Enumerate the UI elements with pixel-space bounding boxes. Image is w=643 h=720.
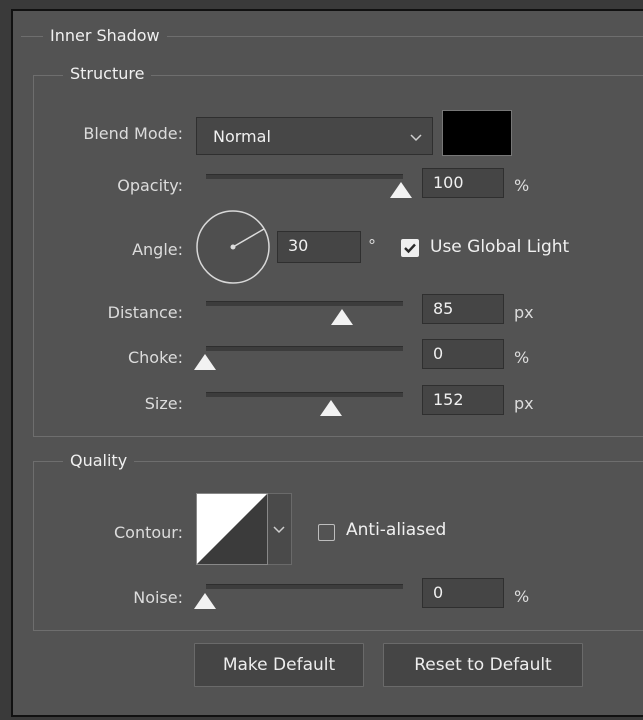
blend-mode-value: Normal bbox=[213, 127, 271, 146]
choke-input[interactable]: 0 bbox=[422, 339, 504, 369]
blend-mode-label: Blend Mode: bbox=[83, 124, 183, 143]
blend-mode-select[interactable]: Normal bbox=[196, 117, 433, 155]
chevron-down-icon bbox=[410, 127, 422, 152]
size-input[interactable]: 152 bbox=[422, 385, 504, 415]
angle-dial[interactable] bbox=[195, 209, 271, 289]
make-default-button[interactable]: Make Default bbox=[194, 643, 364, 687]
distance-unit: px bbox=[514, 303, 534, 322]
quality-title: Quality bbox=[63, 451, 135, 470]
panel-title: Inner Shadow bbox=[43, 26, 167, 45]
opacity-slider-thumb[interactable] bbox=[390, 182, 412, 198]
angle-unit: ° bbox=[368, 236, 376, 255]
opacity-input[interactable]: 100 bbox=[422, 168, 504, 198]
choke-slider-thumb[interactable] bbox=[194, 354, 216, 370]
use-global-light-checkbox[interactable] bbox=[401, 239, 419, 257]
contour-dropdown-button[interactable] bbox=[268, 493, 292, 565]
distance-slider-thumb[interactable] bbox=[331, 309, 353, 325]
contour-preview-icon bbox=[197, 494, 267, 564]
contour-picker[interactable] bbox=[196, 493, 268, 565]
chevron-down-icon bbox=[273, 526, 285, 534]
angle-input[interactable]: 30 bbox=[277, 231, 361, 263]
checkmark-icon bbox=[404, 243, 416, 254]
noise-slider-thumb[interactable] bbox=[194, 593, 216, 609]
choke-label: Choke: bbox=[127, 348, 183, 367]
opacity-label: Opacity: bbox=[117, 176, 183, 195]
choke-unit: % bbox=[514, 348, 530, 367]
size-unit: px bbox=[514, 394, 534, 413]
size-label: Size: bbox=[144, 394, 183, 413]
noise-slider-track[interactable] bbox=[206, 584, 403, 589]
blend-color-swatch[interactable] bbox=[442, 110, 512, 156]
choke-slider-track[interactable] bbox=[206, 346, 403, 351]
size-slider-thumb[interactable] bbox=[320, 400, 342, 416]
distance-slider-track[interactable] bbox=[206, 301, 403, 306]
angle-label: Angle: bbox=[132, 240, 183, 259]
reset-to-default-button[interactable]: Reset to Default bbox=[383, 643, 583, 687]
contour-label: Contour: bbox=[114, 523, 183, 542]
opacity-unit: % bbox=[514, 176, 530, 195]
opacity-slider-track[interactable] bbox=[206, 174, 403, 179]
size-slider-track[interactable] bbox=[206, 392, 403, 397]
distance-label: Distance: bbox=[107, 303, 183, 322]
noise-unit: % bbox=[514, 587, 530, 606]
inner-shadow-panel: Inner Shadow Structure Blend Mode: Norma… bbox=[11, 9, 643, 717]
structure-title: Structure bbox=[63, 64, 152, 83]
noise-label: Noise: bbox=[133, 588, 183, 607]
use-global-light-label[interactable]: Use Global Light bbox=[430, 237, 569, 257]
distance-input[interactable]: 85 bbox=[422, 294, 504, 324]
anti-aliased-label[interactable]: Anti-aliased bbox=[346, 520, 446, 540]
anti-aliased-checkbox[interactable] bbox=[318, 524, 335, 541]
noise-input[interactable]: 0 bbox=[422, 578, 504, 608]
